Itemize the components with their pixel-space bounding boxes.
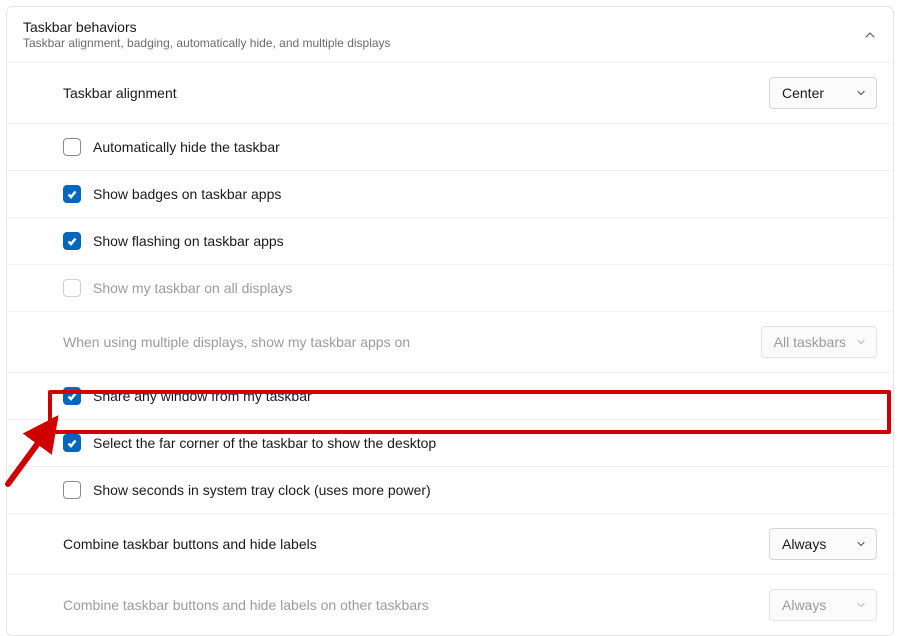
- combine-row: Combine taskbar buttons and hide labels …: [7, 513, 893, 574]
- autohide-label: Automatically hide the taskbar: [93, 139, 877, 155]
- taskbar-alignment-value: Center: [782, 85, 824, 101]
- showseconds-row: Show seconds in system tray clock (uses …: [7, 466, 893, 513]
- farcorner-checkbox[interactable]: [63, 434, 81, 452]
- farcorner-row: Select the far corner of the taskbar to …: [7, 419, 893, 466]
- panel-title: Taskbar behaviors: [23, 19, 391, 35]
- showseconds-label: Show seconds in system tray clock (uses …: [93, 482, 877, 498]
- farcorner-label: Select the far corner of the taskbar to …: [93, 435, 877, 451]
- shareany-row: Share any window from my taskbar: [7, 372, 893, 419]
- showseconds-checkbox[interactable]: [63, 481, 81, 499]
- combine-select[interactable]: Always: [769, 528, 877, 560]
- badges-row: Show badges on taskbar apps: [7, 170, 893, 217]
- combineother-label: Combine taskbar buttons and hide labels …: [63, 597, 769, 613]
- alldisplays-checkbox: [63, 279, 81, 297]
- shareany-label: Share any window from my taskbar: [93, 388, 877, 404]
- taskbar-behaviors-panel: Taskbar behaviors Taskbar alignment, bad…: [6, 6, 894, 636]
- badges-label: Show badges on taskbar apps: [93, 186, 877, 202]
- flashing-checkbox[interactable]: [63, 232, 81, 250]
- combine-value: Always: [782, 536, 826, 552]
- panel-subtitle: Taskbar alignment, badging, automaticall…: [23, 36, 391, 50]
- flashing-label: Show flashing on taskbar apps: [93, 233, 877, 249]
- autohide-row: Automatically hide the taskbar: [7, 123, 893, 170]
- chevron-down-icon: [856, 600, 866, 610]
- chevron-down-icon: [856, 539, 866, 549]
- taskbar-alignment-row: Taskbar alignment Center: [7, 63, 893, 123]
- chevron-down-icon: [856, 88, 866, 98]
- panel-header[interactable]: Taskbar behaviors Taskbar alignment, bad…: [7, 7, 893, 63]
- combineother-row: Combine taskbar buttons and hide labels …: [7, 574, 893, 635]
- multidisplaywhere-label: When using multiple displays, show my ta…: [63, 334, 761, 350]
- badges-checkbox[interactable]: [63, 185, 81, 203]
- combineother-value: Always: [782, 597, 826, 613]
- combineother-select: Always: [769, 589, 877, 621]
- flashing-row: Show flashing on taskbar apps: [7, 217, 893, 264]
- chevron-up-icon[interactable]: [863, 28, 877, 42]
- shareany-checkbox[interactable]: [63, 387, 81, 405]
- autohide-checkbox[interactable]: [63, 138, 81, 156]
- alldisplays-row: Show my taskbar on all displays: [7, 264, 893, 311]
- alldisplays-label: Show my taskbar on all displays: [93, 280, 877, 296]
- multidisplaywhere-value: All taskbars: [774, 334, 846, 350]
- combine-label: Combine taskbar buttons and hide labels: [63, 536, 769, 552]
- multidisplaywhere-row: When using multiple displays, show my ta…: [7, 311, 893, 372]
- taskbar-alignment-label: Taskbar alignment: [63, 85, 769, 101]
- chevron-down-icon: [856, 337, 866, 347]
- multidisplaywhere-select: All taskbars: [761, 326, 877, 358]
- taskbar-alignment-select[interactable]: Center: [769, 77, 877, 109]
